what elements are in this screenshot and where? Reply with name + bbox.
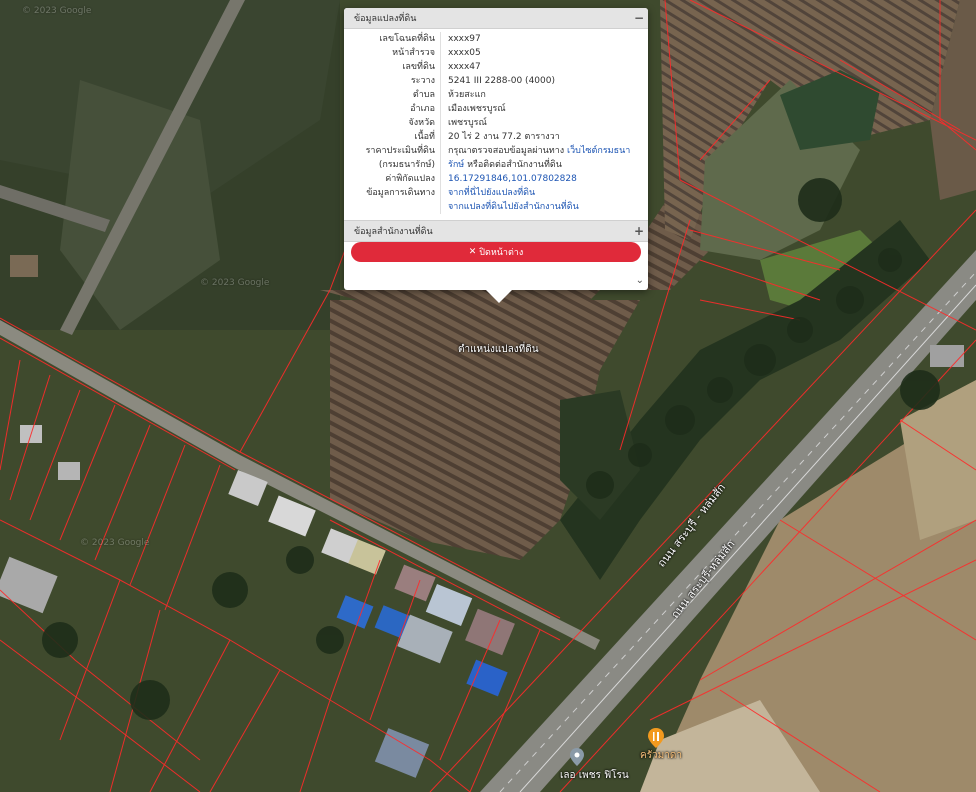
field-row: จังหวัด เพชรบูรณ์	[344, 116, 648, 130]
close-window-button[interactable]: ✕ ปิดหน้าต่าง	[351, 242, 641, 262]
field-value: xxxx97	[440, 32, 648, 46]
field-row: เนื้อที่ 20 ไร่ 2 งาน 77.2 ตารางวา	[344, 130, 648, 144]
price-text-2: หรือติดต่อสำนักงานที่ดิน	[467, 160, 562, 170]
price-key: ราคาประเมินที่ดิน	[365, 146, 435, 156]
field-value: xxxx05	[440, 46, 648, 60]
location-pin-icon	[570, 748, 584, 766]
poi-place-label: เลอ เพชร ฟิโรน	[560, 770, 629, 781]
field-value: 5241 III 2288-00 (4000)	[440, 74, 648, 88]
close-icon: ✕	[468, 247, 477, 257]
watermark-1: © 2023 Google	[22, 6, 92, 16]
fork-knife-pin-icon	[648, 728, 664, 748]
minus-icon[interactable]: −	[634, 11, 644, 25]
land-section-header[interactable]: ข้อมูลแปลงที่ดิน −	[344, 8, 648, 29]
watermark-3: © 2023 Google	[80, 538, 150, 548]
price-text: กรุณาตรวจสอบข้อมูลผ่านทาง	[448, 146, 565, 156]
field-row: อำเภอ เมืองเพชรบูรณ์	[344, 102, 648, 116]
coords-row: ค่าพิกัดแปลง 16.17291846,101.07802828	[344, 172, 648, 186]
route-to-parcel-link[interactable]: จากที่นี่ไปยังแปลงที่ดิน	[448, 188, 535, 198]
route-to-office-link[interactable]: จากแปลงที่ดินไปยังสำนักงานที่ดิน	[448, 202, 579, 212]
price-row-2: (กรมธนารักษ์) รักษ์ หรือติดต่อสำนักงานที…	[344, 158, 648, 172]
field-value: เมืองเพชรบูรณ์	[440, 102, 648, 116]
field-key: อำเภอ	[410, 104, 435, 114]
treasury-link[interactable]: เว็บไซต์กรมธนา	[567, 146, 630, 156]
field-key: เลขโฉนดที่ดิน	[379, 34, 435, 44]
watermark-2: © 2023 Google	[200, 278, 270, 288]
field-key: เนื้อที่	[414, 132, 435, 142]
chevron-down-icon[interactable]: ⌄	[636, 275, 644, 286]
field-value: xxxx47	[440, 60, 648, 74]
office-section-header[interactable]: ข้อมูลสำนักงานที่ดิน +	[344, 220, 648, 242]
land-section-title: ข้อมูลแปลงที่ดิน	[354, 14, 417, 24]
field-value: ห้วยสะแก	[440, 88, 648, 102]
field-row: ระวาง 5241 III 2288-00 (4000)	[344, 74, 648, 88]
treasury-link-cont[interactable]: รักษ์	[448, 160, 464, 170]
field-key: ระวาง	[410, 76, 435, 86]
close-window-label: ปิดหน้าต่าง	[479, 248, 524, 258]
land-info-table: เลขโฉนดที่ดิน xxxx97 หน้าสำรวจ xxxx05 เลขท…	[344, 29, 648, 220]
field-row: เลขที่ดิน xxxx47	[344, 60, 648, 74]
field-key: เลขที่ดิน	[402, 62, 435, 72]
field-row: เลขโฉนดที่ดิน xxxx97	[344, 32, 648, 46]
plus-icon[interactable]: +	[634, 224, 644, 238]
price-key-sub: (กรมธนารักษ์)	[378, 160, 435, 170]
parcel-location-label: ตำแหน่งแปลงที่ดิน	[458, 344, 539, 355]
field-row: หน้าสำรวจ xxxx05	[344, 46, 648, 60]
field-key: หน้าสำรวจ	[392, 48, 435, 58]
coords-link[interactable]: 16.17291846,101.07802828	[448, 174, 577, 184]
poi-place[interactable]	[570, 748, 584, 770]
route-row-2: จากแปลงที่ดินไปยังสำนักงานที่ดิน	[344, 200, 648, 214]
field-value: เพชรบูรณ์	[440, 116, 648, 130]
field-key: จังหวัด	[408, 118, 436, 128]
price-row-1: ราคาประเมินที่ดิน กรุณาตรวจสอบข้อมูลผ่าน…	[344, 144, 648, 158]
coords-key: ค่าพิกัดแปลง	[385, 174, 435, 184]
field-row: ตำบล ห้วยสะแก	[344, 88, 648, 102]
poi-restaurant-label: ครัวมาดา	[640, 750, 682, 761]
route-key: ข้อมูลการเดินทาง	[366, 188, 435, 198]
land-info-popup: ข้อมูลแปลงที่ดิน − เลขโฉนดที่ดิน xxxx97 ห…	[344, 8, 648, 290]
popup-pointer	[485, 289, 513, 303]
field-key: ตำบล	[412, 90, 435, 100]
route-row-1: ข้อมูลการเดินทาง จากที่นี่ไปยังแปลงที่ดิ…	[344, 186, 648, 200]
office-section-title: ข้อมูลสำนักงานที่ดิน	[354, 227, 433, 237]
field-value: 20 ไร่ 2 งาน 77.2 ตารางวา	[440, 130, 648, 144]
